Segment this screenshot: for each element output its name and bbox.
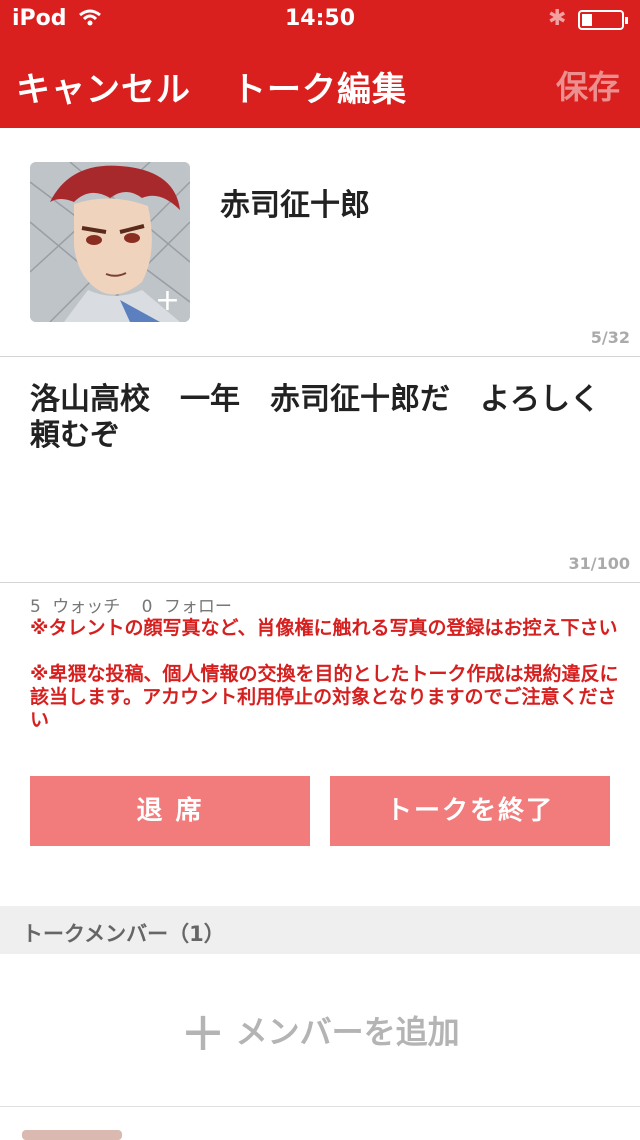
divider — [0, 356, 640, 357]
plus-icon: + — [180, 1000, 226, 1063]
cancel-button[interactable]: キャンセル — [16, 62, 191, 111]
description-char-count: 31/100 — [568, 554, 630, 573]
end-talk-button[interactable]: トークを終了 — [330, 776, 610, 846]
divider — [0, 1106, 640, 1107]
warning-portrait-rights: ※タレントの顔写真など、肖像権に触れる写真の登録はお控え下さい — [30, 617, 618, 639]
add-photo-icon: + — [154, 283, 180, 318]
watch-label: ウォッチ — [52, 597, 121, 617]
name-char-count: 5/32 — [590, 328, 630, 347]
battery-icon — [578, 10, 628, 30]
talk-image-picker[interactable]: + — [30, 162, 190, 322]
warning-terms-violation: ※卑猥な投稿、個人情報の交換を目的としたトーク作成は規約違反に該当します。アカウ… — [30, 663, 619, 731]
status-time: 14:50 — [284, 6, 356, 31]
members-section-header: トークメンバー（1） — [0, 906, 640, 954]
follow-count: 0 — [141, 597, 153, 617]
talk-stats: 5 ウォッチ 0 フォロー — [30, 592, 238, 617]
watch-count: 5 — [30, 597, 41, 617]
status-bar: iPod 14:50 ✱ — [0, 0, 640, 40]
follow-label: フォロー — [163, 597, 232, 617]
page-title: トーク編集 — [232, 70, 407, 110]
divider — [0, 582, 640, 583]
talk-description-field[interactable]: 洛山高校 一年 赤司征十郎だ よろしく頼むぞ — [30, 382, 610, 454]
app-header: iPod 14:50 ✱ キャンセル トーク編集 保存 — [0, 0, 640, 128]
add-member-button[interactable]: + メンバーを追加 — [0, 1000, 640, 1063]
leave-button[interactable]: 退 席 — [30, 776, 310, 846]
save-button[interactable]: 保存 — [556, 62, 620, 108]
add-member-label: メンバーを追加 — [235, 1013, 460, 1051]
members-header-label: トークメンバー（1） — [22, 922, 225, 946]
bluetooth-icon: ✱ — [548, 6, 567, 31]
talk-name-field[interactable]: 赤司征十郎 — [220, 180, 370, 224]
member-avatar[interactable] — [22, 1130, 122, 1140]
